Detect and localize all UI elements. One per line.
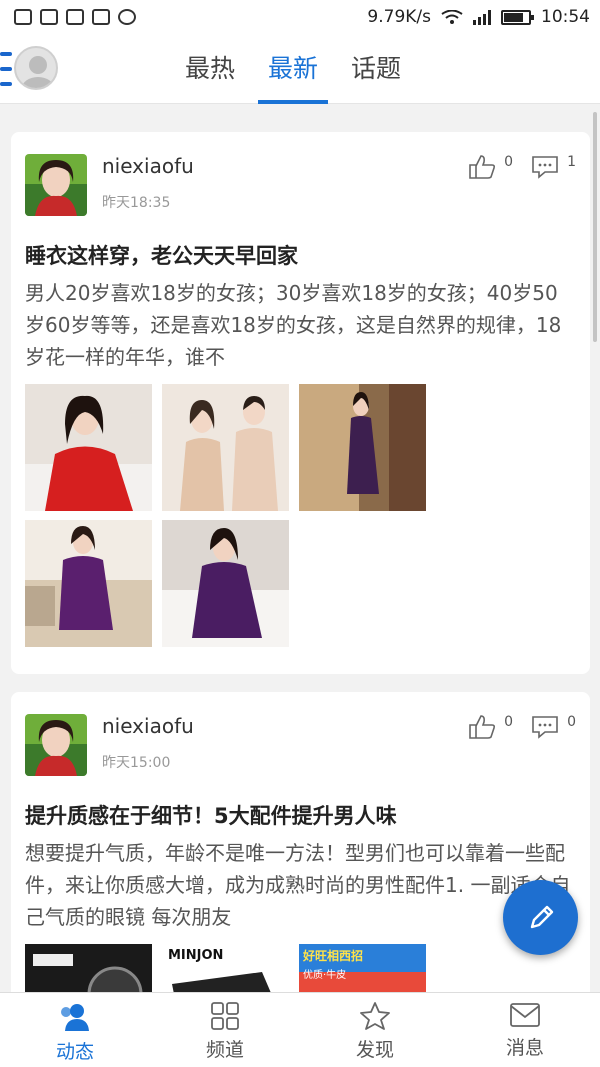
author-avatar[interactable] — [25, 154, 87, 216]
compose-button[interactable] — [503, 880, 578, 955]
like-count: 0 — [504, 714, 514, 730]
thumbs-up-icon — [469, 155, 496, 179]
comment-count: 1 — [567, 154, 576, 170]
clock: 10:54 — [541, 7, 590, 27]
promo-label: 好旺相西招 — [303, 949, 364, 963]
pencil-icon — [530, 905, 553, 928]
feed-tabs: 最热 最新 话题 — [185, 34, 401, 104]
author-avatar[interactable] — [25, 714, 87, 776]
post-image[interactable]: 好旺相西招 优质·牛皮 — [299, 944, 426, 992]
feed-list[interactable]: niexiaofu 昨天18:35 0 1 睡衣这样穿，老公天天早回家 男人20… — [0, 104, 600, 992]
envelope-icon — [510, 1003, 540, 1027]
nav-feed[interactable]: 动态 — [0, 993, 150, 1067]
more-notification-icon — [118, 9, 136, 25]
nav-channels[interactable]: 频道 — [150, 993, 300, 1067]
grid-icon — [211, 1002, 239, 1030]
comment-button[interactable]: 1 — [531, 154, 576, 180]
thumbs-up-icon — [469, 715, 496, 739]
like-button[interactable]: 0 — [468, 714, 513, 740]
post-image[interactable] — [162, 520, 289, 647]
tab-hottest[interactable]: 最热 — [185, 34, 235, 104]
nav-messages[interactable]: 消息 — [450, 993, 600, 1067]
nav-channels-label: 频道 — [205, 1039, 244, 1061]
comment-count: 0 — [567, 714, 576, 730]
post-image[interactable] — [25, 520, 152, 647]
default-user-icon — [22, 56, 54, 88]
status-bar: 9.79K/s 10:54 — [0, 0, 600, 34]
nav-messages-label: 消息 — [505, 1037, 544, 1059]
network-speed: 9.79K/s — [367, 7, 431, 27]
post-card[interactable]: niexiaofu 昨天15:00 0 0 提升质感在于细节！5大配件提升男人味… — [11, 692, 590, 992]
trash-notification-icon — [92, 9, 110, 25]
promo-sublabel: 优质·牛皮 — [303, 970, 347, 981]
drawer-menu-icon[interactable] — [0, 52, 12, 86]
post-excerpt[interactable]: 想要提升气质，年龄不是唯一方法！型男们也可以靠着一些配件，来让你质感大增，成为成… — [25, 837, 576, 933]
post-title[interactable]: 提升质感在于细节！5大配件提升男人味 — [25, 800, 576, 830]
post-image[interactable] — [299, 384, 426, 511]
like-button[interactable]: 0 — [468, 154, 513, 180]
nav-discover-label: 发现 — [355, 1039, 394, 1061]
nav-feed-label: 动态 — [55, 1041, 94, 1063]
post-image[interactable] — [25, 384, 152, 511]
battery-icon — [501, 9, 534, 25]
tab-latest[interactable]: 最新 — [258, 34, 329, 104]
post-card[interactable]: niexiaofu 昨天18:35 0 1 睡衣这样穿，老公天天早回家 男人20… — [11, 132, 590, 674]
post-image[interactable] — [25, 944, 152, 992]
comment-button[interactable]: 0 — [531, 714, 576, 740]
comment-icon — [532, 156, 558, 179]
wifi-icon — [441, 10, 463, 24]
author-name[interactable]: niexiaofu — [102, 154, 194, 178]
star-icon — [360, 1002, 390, 1030]
post-excerpt[interactable]: 男人20岁喜欢18岁的女孩；30岁喜欢18岁的女孩；40岁50岁60岁等等，还是… — [25, 277, 576, 373]
post-image[interactable]: MINJON — [162, 944, 289, 992]
author-name[interactable]: niexiaofu — [102, 714, 194, 738]
people-icon — [61, 1004, 89, 1031]
nav-discover[interactable]: 发现 — [300, 993, 450, 1067]
tab-topics[interactable]: 话题 — [351, 34, 401, 104]
sim-notification-icon — [40, 9, 58, 25]
message-notification-icon — [14, 9, 32, 25]
post-image[interactable] — [162, 384, 289, 511]
post-title[interactable]: 睡衣这样穿，老公天天早回家 — [25, 240, 576, 270]
post-time: 昨天18:35 — [102, 195, 171, 211]
signal-icon — [473, 9, 491, 25]
bottom-nav: 动态 频道 发现 消息 — [0, 992, 600, 1067]
my-avatar[interactable] — [14, 46, 58, 90]
brand-label: MINJON — [168, 948, 224, 963]
top-header: 最热 最新 话题 — [0, 34, 600, 104]
image-notification-icon — [66, 9, 84, 25]
feed-scrollbar[interactable] — [593, 112, 597, 342]
like-count: 0 — [504, 154, 514, 170]
comment-icon — [532, 716, 558, 739]
post-time: 昨天15:00 — [102, 755, 171, 771]
